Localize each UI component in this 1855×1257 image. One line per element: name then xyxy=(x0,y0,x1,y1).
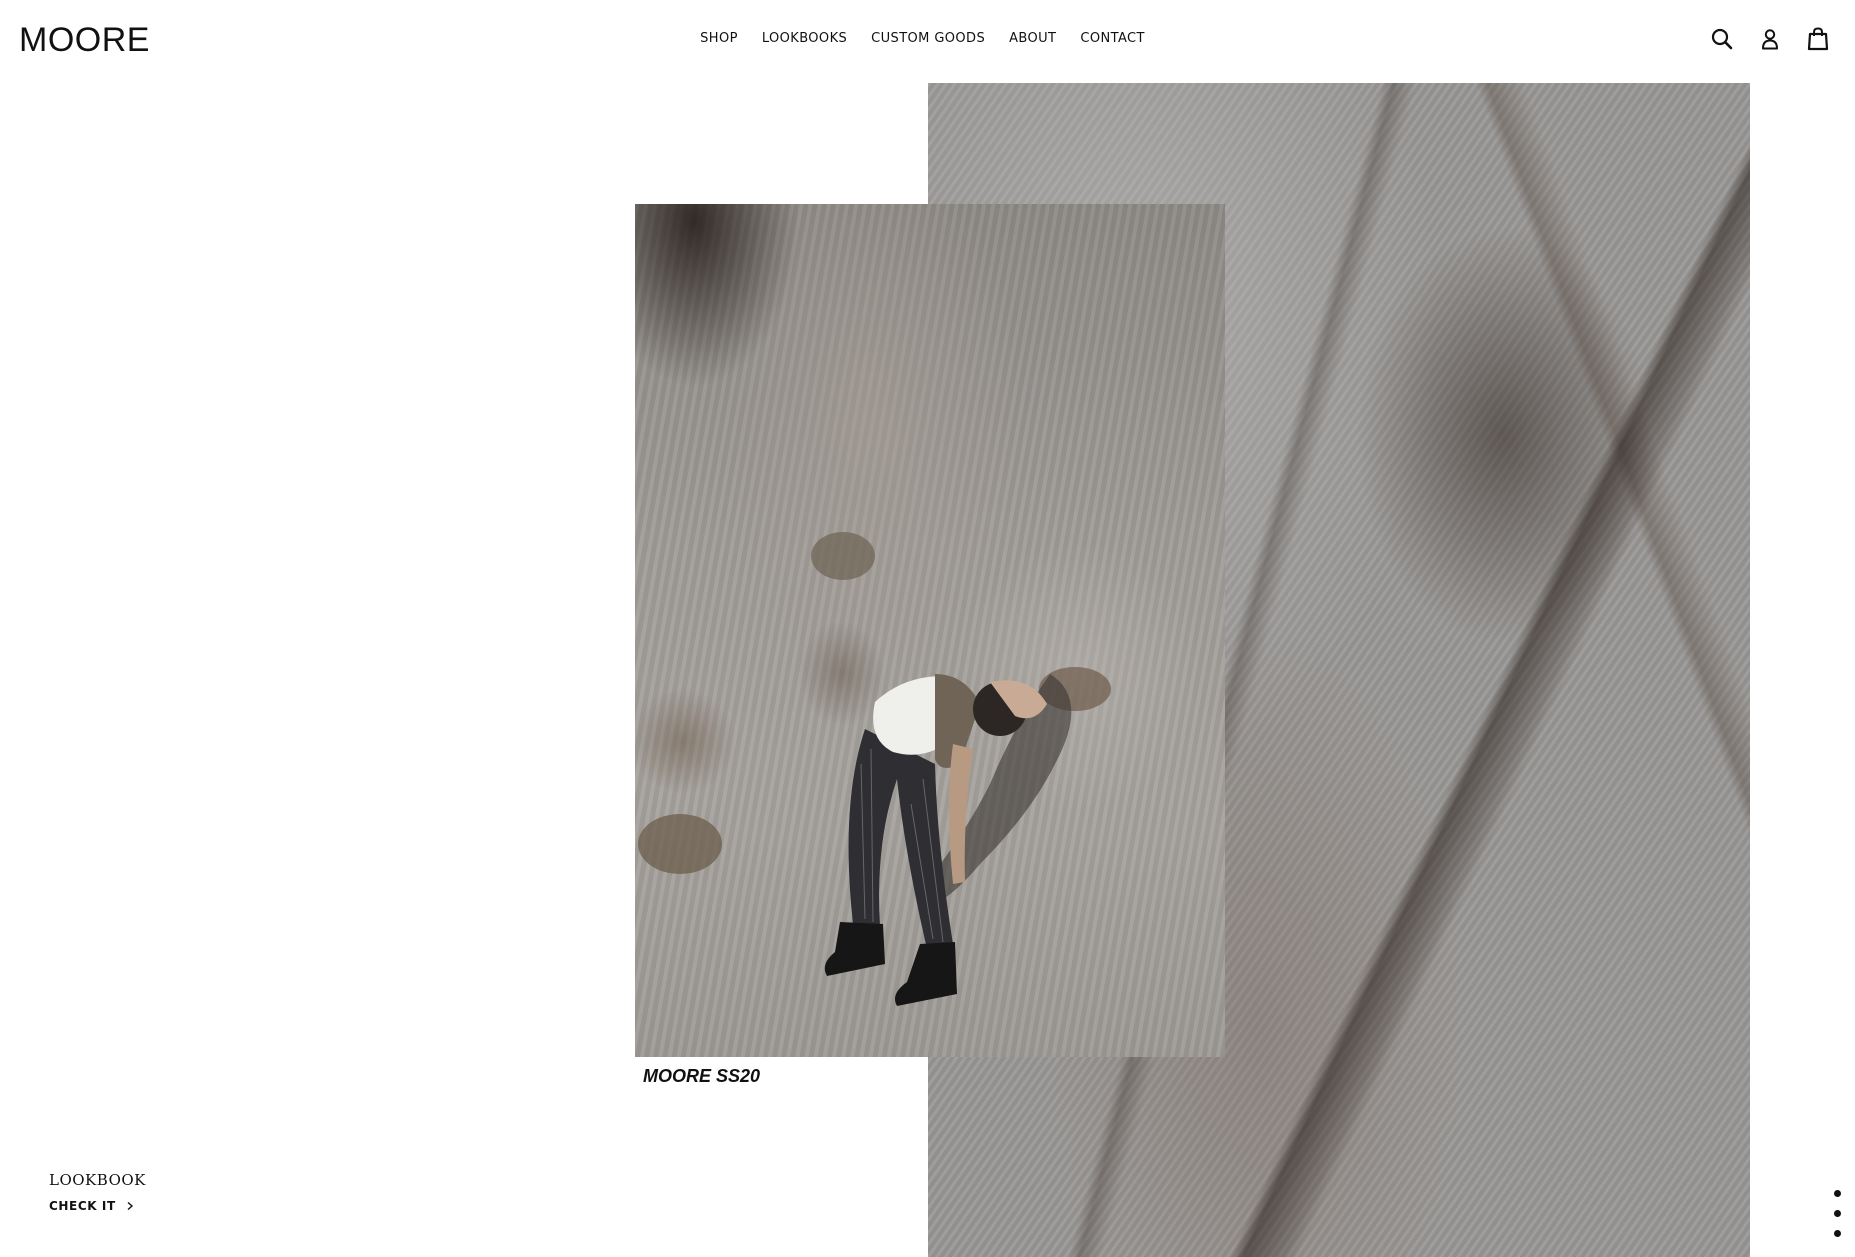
pagination-dot[interactable] xyxy=(1834,1190,1841,1197)
main-nav: SHOP LOOKBOOKS CUSTOM GOODS ABOUT CONTAC… xyxy=(0,29,1855,49)
check-it-link[interactable]: CHECK IT xyxy=(49,1197,146,1215)
search-icon xyxy=(1711,28,1733,50)
nav-item-contact[interactable]: CONTACT xyxy=(1080,29,1144,49)
pagination-dot[interactable] xyxy=(1834,1210,1841,1217)
nav-item-about[interactable]: ABOUT xyxy=(1009,29,1056,49)
cart-icon xyxy=(1807,27,1829,51)
site-header: MOORE SHOP LOOKBOOKS CUSTOM GOODS ABOUT … xyxy=(0,0,1855,82)
lookbook-caption: MOORE SS20 xyxy=(643,1066,761,1086)
account-button[interactable] xyxy=(1757,24,1783,54)
check-it-label: CHECK IT xyxy=(49,1199,116,1213)
nav-item-shop[interactable]: SHOP xyxy=(700,29,738,49)
chevron-right-icon xyxy=(127,1201,133,1211)
search-button[interactable] xyxy=(1709,24,1735,54)
slideshow-pagination xyxy=(1834,1190,1841,1237)
nav-item-lookbooks[interactable]: LOOKBOOKS xyxy=(762,29,847,49)
account-icon xyxy=(1762,29,1778,50)
model-on-rocks-photo[interactable] xyxy=(635,204,1225,1057)
slide-title: LOOKBOOK xyxy=(49,1171,146,1189)
slide-info: LOOKBOOK CHECK IT xyxy=(49,1169,146,1215)
pagination-dot[interactable] xyxy=(1834,1230,1841,1237)
cart-button[interactable] xyxy=(1805,24,1831,54)
model-figure xyxy=(638,532,1111,1006)
nav-item-custom-goods[interactable]: CUSTOM GOODS xyxy=(871,29,985,49)
header-actions xyxy=(1709,24,1831,54)
